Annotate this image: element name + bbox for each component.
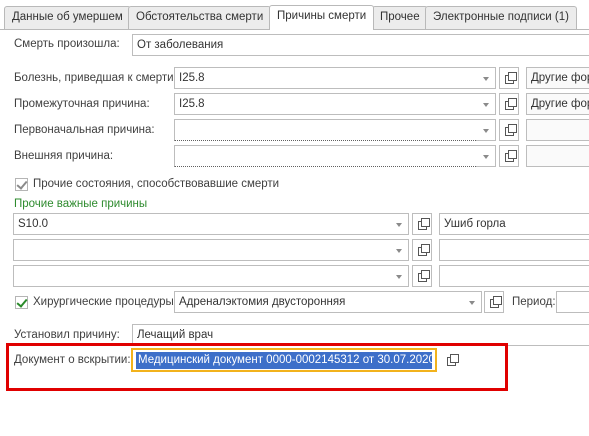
important-cause-open-icon[interactable] [412,239,432,261]
important-cause-description-field[interactable] [439,239,589,261]
important-cause-code-field[interactable] [13,265,391,287]
tab-death-causes[interactable]: Причины смерти [269,5,375,30]
surgery-label: Хирургические процедуры [33,296,174,308]
surgery-checkbox[interactable] [15,296,28,309]
intermediate-open-icon[interactable] [499,93,519,115]
death-occurred-field[interactable]: От заболевания [132,34,589,56]
initial-side-field[interactable] [526,119,589,141]
disease-field[interactable]: I25.8 [174,67,478,89]
tab-bar: Данные об умершем Обстоятельства смерти … [0,0,589,30]
other-states-label: Прочие состояния, способствовавшие смерт… [33,178,280,190]
intermediate-dropdown-button[interactable] [476,93,496,115]
important-cause-dropdown-button[interactable] [389,265,409,287]
important-cause-open-icon[interactable] [412,213,432,235]
tab-death-circumstances[interactable]: Обстоятельства смерти [128,6,272,29]
surgery-dropdown-button[interactable] [462,291,482,313]
surgery-open-icon[interactable] [484,291,504,313]
initial-cause-field[interactable] [174,119,478,141]
tab-other[interactable]: Прочее [372,6,428,29]
initial-cause-label: Первоначальная причина: [14,124,155,136]
intermediate-side-field[interactable]: Другие фор [526,93,589,115]
important-cause-code-field[interactable] [13,239,391,261]
initial-dropdown-button[interactable] [476,119,496,141]
important-causes-title: Прочие важные причины [14,198,148,210]
important-cause-open-icon[interactable] [412,265,432,287]
disease-label: Болезнь, приведшая к смерти: [14,72,177,84]
disease-side-field[interactable]: Другие фор [526,67,589,89]
intermediate-cause-label: Промежуточная причина: [14,98,150,110]
intermediate-cause-field[interactable]: I25.8 [174,93,478,115]
external-dropdown-button[interactable] [476,145,496,167]
annotation-highlight-box [6,343,508,391]
important-cause-dropdown-button[interactable] [389,239,409,261]
disease-dropdown-button[interactable] [476,67,496,89]
disease-open-icon[interactable] [499,67,519,89]
other-states-checkbox[interactable] [15,178,28,191]
important-cause-code-field[interactable]: S10.0 [13,213,391,235]
important-cause-description-field[interactable]: Ушиб горла [439,213,589,235]
period-field[interactable] [556,291,589,313]
important-cause-description-field[interactable] [439,265,589,287]
initial-open-icon[interactable] [499,119,519,141]
external-side-field[interactable] [526,145,589,167]
surgery-field[interactable]: Адреналэктомия двусторонняя [174,291,464,313]
established-by-label: Установил причину: [14,329,120,341]
external-open-icon[interactable] [499,145,519,167]
tab-electronic-signatures[interactable]: Электронные подписи (1) [425,6,577,29]
period-label: Период: [512,296,556,308]
important-cause-dropdown-button[interactable] [389,213,409,235]
external-cause-field[interactable] [174,145,478,167]
death-occurred-label: Смерть произошла: [14,38,120,50]
tab-deceased-data[interactable]: Данные об умершем [4,6,131,29]
external-cause-label: Внешняя причина: [14,150,114,162]
